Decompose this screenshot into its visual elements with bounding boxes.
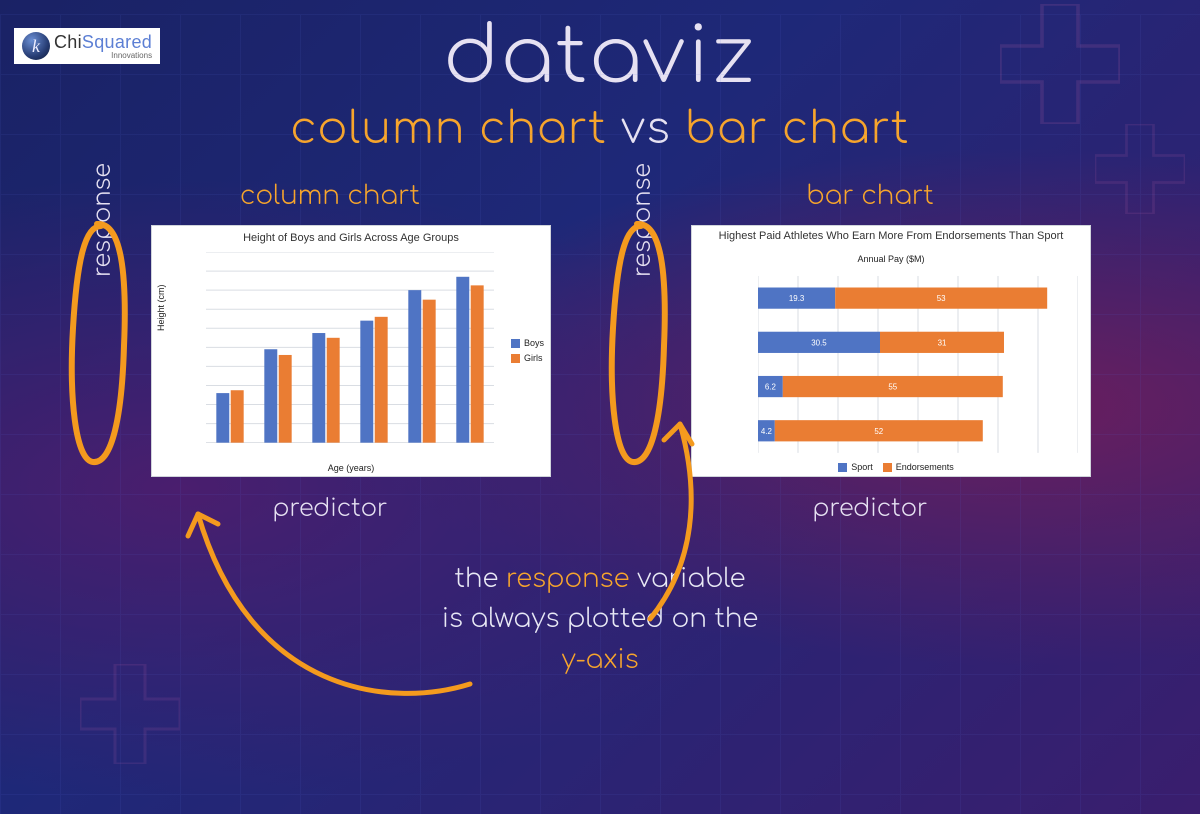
chart-legend: BoysGirls	[511, 336, 544, 366]
svg-text:6.2: 6.2	[765, 383, 777, 392]
chart-title: Highest Paid Athletes Who Earn More From…	[692, 226, 1090, 243]
svg-text:52: 52	[874, 427, 883, 436]
svg-text:31: 31	[938, 338, 947, 347]
panel-bar-chart: bar chart response Highest Paid Athletes…	[635, 182, 1105, 522]
logo-glyph-icon: k	[22, 32, 50, 60]
column-chart: Height of Boys and Girls Across Age Grou…	[151, 225, 551, 477]
panel-title: bar chart	[635, 182, 1105, 211]
x-axis-label: Age (years)	[152, 463, 550, 473]
chart-legend: SportEndorsements	[692, 462, 1090, 472]
y-axis-label: Height (cm)	[156, 284, 166, 331]
x-axis-label: Annual Pay ($M)	[692, 254, 1090, 264]
svg-text:55: 55	[888, 383, 897, 392]
logo: k ChiSquared Innovations	[14, 28, 160, 64]
decor-plus-icon	[80, 664, 180, 764]
logo-word: Chi	[54, 32, 82, 52]
bar-chart-plot: 0102030405060708019.353LeBron James30.53…	[758, 276, 1078, 453]
decor-plus-icon	[1000, 4, 1120, 124]
svg-text:19.3: 19.3	[789, 294, 805, 303]
decor-plus-icon	[1095, 124, 1185, 214]
hand-drawn-ellipse-icon	[67, 218, 129, 468]
panel-column-chart: column chart response Height of Boys and…	[95, 182, 565, 522]
column-chart-plot: 020406080100120140160180200048121620	[206, 252, 494, 443]
svg-text:53: 53	[937, 294, 946, 303]
logo-word: Squared	[82, 32, 152, 52]
panel-foot: predictor	[635, 495, 1105, 522]
chart-title: Height of Boys and Girls Across Age Grou…	[152, 226, 550, 244]
panel-foot: predictor	[95, 495, 565, 522]
svg-text:4.2: 4.2	[761, 427, 773, 436]
bar-chart: Highest Paid Athletes Who Earn More From…	[691, 225, 1091, 477]
panel-title: column chart	[95, 182, 565, 211]
svg-text:30.5: 30.5	[811, 338, 827, 347]
hand-drawn-ellipse-icon	[607, 218, 669, 468]
